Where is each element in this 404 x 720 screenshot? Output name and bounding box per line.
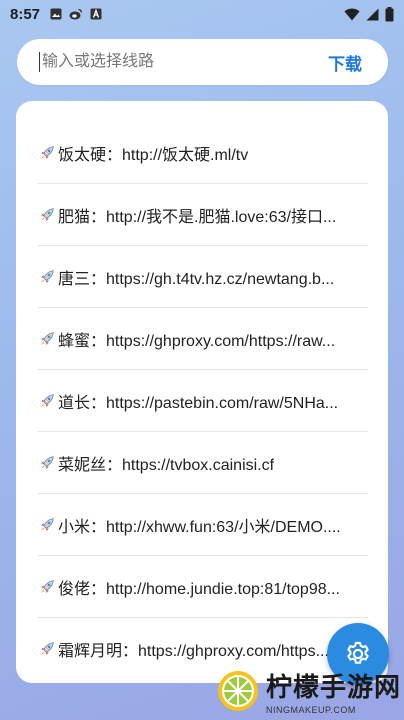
list-item[interactable]: 唐三：https://gh.t4tv.hz.cz/newtang.b... — [38, 246, 368, 308]
list-item[interactable]: 饭太硬：http://饭太硬.ml/tv — [38, 122, 368, 184]
route-label: 道长：https://pastebin.com/raw/5NHa... — [58, 394, 339, 412]
route-list: 饭太硬：http://饭太硬.ml/tv 肥猫：http://我不是.肥猫.lo… — [16, 101, 388, 680]
a-box-icon — [90, 8, 102, 20]
download-button[interactable]: 下载 — [328, 50, 362, 75]
image-icon — [50, 8, 62, 20]
lemon-logo-icon — [218, 671, 258, 711]
rocket-icon — [40, 269, 54, 283]
weibo-icon — [69, 8, 83, 20]
route-label: 肥猫：http://我不是.肥猫.love:63/接口... — [58, 208, 337, 226]
route-label: 小米：http://xhww.fun:63/小米/DEMO.... — [58, 518, 341, 536]
route-label: 霜辉月明：https://ghproxy.com/https... — [58, 643, 329, 660]
list-item[interactable]: 俊佬：http://home.jundie.top:81/top98... — [38, 556, 368, 618]
route-label: 饭太硬：http://饭太硬.ml/tv — [58, 146, 249, 164]
watermark: 柠檬手游网 NINGMAKEUP.COM — [216, 664, 401, 718]
list-item[interactable]: 道长：https://pastebin.com/raw/5NHa... — [38, 370, 368, 432]
rocket-icon — [40, 579, 54, 593]
route-label: 唐三：https://gh.t4tv.hz.cz/newtang.b... — [58, 270, 335, 288]
rocket-icon — [40, 455, 54, 469]
status-time: 8:57 — [10, 5, 41, 23]
rocket-icon — [40, 207, 54, 221]
rocket-icon — [40, 642, 54, 656]
status-bar: 8:57 — [0, 0, 404, 28]
watermark-text: 柠檬手游网 NINGMAKEUP.COM — [266, 667, 401, 715]
battery-icon — [385, 6, 394, 21]
rocket-icon — [40, 145, 54, 159]
list-item[interactable]: 小米：http://xhww.fun:63/小米/DEMO.... — [38, 494, 368, 556]
list-item[interactable]: 肥猫：http://我不是.肥猫.love:63/接口... — [38, 184, 368, 246]
signal-icon — [366, 8, 379, 20]
route-label: 俊佬：http://home.jundie.top:81/top98... — [58, 580, 340, 598]
wifi-icon — [344, 8, 360, 20]
status-right-icons — [344, 6, 394, 22]
status-left-icons — [50, 8, 102, 20]
route-search-bar: 下载 — [17, 39, 388, 85]
rocket-icon — [40, 393, 54, 407]
route-list-card: 饭太硬：http://饭太硬.ml/tv 肥猫：http://我不是.肥猫.lo… — [16, 101, 388, 683]
rocket-icon — [40, 331, 54, 345]
list-item[interactable]: 菜妮丝：https://tvbox.cainisi.cf — [38, 432, 368, 494]
route-input[interactable] — [39, 52, 318, 72]
route-label: 菜妮丝：https://tvbox.cainisi.cf — [58, 456, 275, 474]
list-item[interactable]: 蜂蜜：https://ghproxy.com/https://raw... — [38, 308, 368, 370]
rocket-icon — [40, 517, 54, 531]
route-label: 蜂蜜：https://ghproxy.com/https://raw... — [58, 332, 336, 350]
watermark-subtitle: NINGMAKEUP.COM — [266, 705, 356, 715]
watermark-title: 柠檬手游网 — [266, 672, 402, 702]
